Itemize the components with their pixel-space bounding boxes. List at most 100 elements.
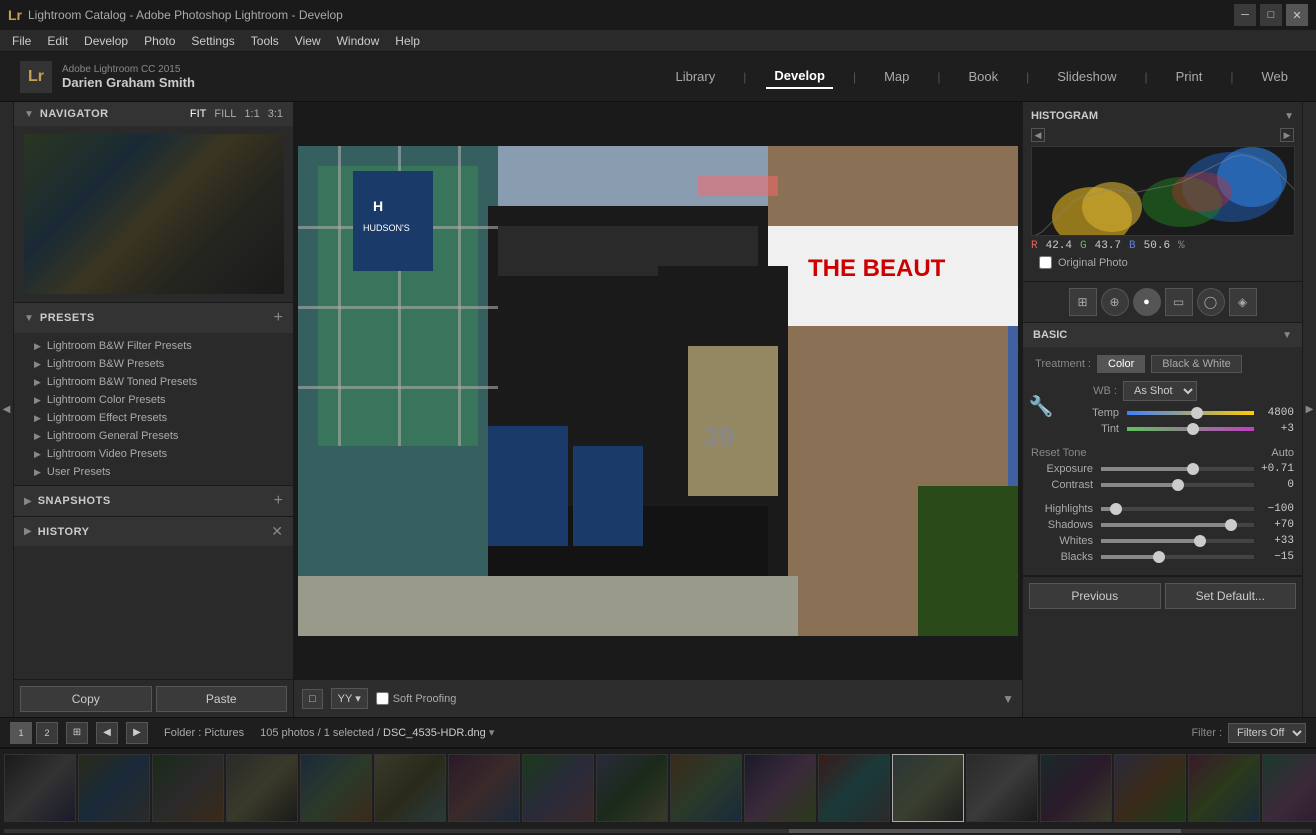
film-thumb-5[interactable]: [300, 754, 372, 822]
preset-group-user[interactable]: ▶ User Presets: [14, 463, 293, 481]
soft-proofing-toggle[interactable]: Soft Proofing: [376, 692, 457, 705]
hist-arrow-right[interactable]: ▶: [1280, 128, 1294, 142]
tab-library[interactable]: Library: [667, 65, 723, 88]
filmstrip-next-button[interactable]: ▶: [126, 722, 148, 744]
preset-group-general[interactable]: ▶ Lightroom General Presets: [14, 427, 293, 445]
bw-treatment-button[interactable]: Black & White: [1151, 355, 1241, 373]
zoom-1to1-button[interactable]: 1:1: [244, 108, 259, 120]
preset-group-video[interactable]: ▶ Lightroom Video Presets: [14, 445, 293, 463]
film-thumb-1[interactable]: [4, 754, 76, 822]
snapshots-add-button[interactable]: +: [274, 492, 283, 510]
view-single-button[interactable]: 1: [10, 722, 32, 744]
film-thumb-10[interactable]: [670, 754, 742, 822]
color-treatment-button[interactable]: Color: [1097, 355, 1145, 373]
menu-file[interactable]: File: [4, 32, 39, 50]
preset-group-effect[interactable]: ▶ Lightroom Effect Presets: [14, 409, 293, 427]
temp-slider-thumb[interactable]: [1191, 407, 1203, 419]
film-thumb-13[interactable]: [892, 754, 964, 822]
film-thumb-4[interactable]: [226, 754, 298, 822]
film-thumb-16[interactable]: [1114, 754, 1186, 822]
menu-settings[interactable]: Settings: [183, 32, 242, 50]
graduated-filter-tool[interactable]: ▭: [1165, 288, 1193, 316]
crop-tool[interactable]: ⊞: [1069, 288, 1097, 316]
presets-header[interactable]: ▼ Presets +: [14, 303, 293, 333]
tab-develop[interactable]: Develop: [766, 64, 833, 89]
toolbar-expand-button[interactable]: ▼: [1002, 692, 1014, 706]
maximize-button[interactable]: □: [1260, 4, 1282, 26]
tab-print[interactable]: Print: [1168, 65, 1211, 88]
film-thumb-2[interactable]: [78, 754, 150, 822]
hist-arrow-left[interactable]: ◀: [1031, 128, 1045, 142]
temp-slider[interactable]: [1127, 411, 1254, 415]
image-area[interactable]: THE BEAUT 39: [294, 102, 1022, 679]
history-header[interactable]: ▶ History ✕: [14, 517, 293, 546]
exposure-slider-thumb[interactable]: [1187, 463, 1199, 475]
radial-filter-tool[interactable]: ◯: [1197, 288, 1225, 316]
filmstrip-scroll-track[interactable]: [4, 829, 1312, 833]
filmstrip-scroll-thumb[interactable]: [789, 829, 1181, 833]
copy-button[interactable]: Copy: [20, 686, 152, 712]
film-thumb-17[interactable]: [1188, 754, 1260, 822]
film-thumb-18[interactable]: [1262, 754, 1316, 822]
shadows-slider-thumb[interactable]: [1225, 519, 1237, 531]
navigator-header[interactable]: ▼ Navigator FIT FILL 1:1 3:1: [14, 102, 293, 126]
tint-slider-thumb[interactable]: [1187, 423, 1199, 435]
navigator-preview[interactable]: [24, 134, 284, 294]
film-thumb-15[interactable]: [1040, 754, 1112, 822]
eyedropper-tool[interactable]: 🔧: [1031, 381, 1051, 431]
shadows-slider[interactable]: [1101, 523, 1254, 527]
zoom-fit-button[interactable]: FIT: [190, 108, 207, 120]
view-normal-button[interactable]: □: [302, 689, 323, 709]
preset-group-bw-toned[interactable]: ▶ Lightroom B&W Toned Presets: [14, 373, 293, 391]
menu-develop[interactable]: Develop: [76, 32, 136, 50]
left-panel-collapse-button[interactable]: ◀: [0, 102, 14, 717]
filter-select[interactable]: Filters Off Flagged Rated: [1228, 723, 1306, 743]
whites-slider-thumb[interactable]: [1194, 535, 1206, 547]
original-photo-checkbox[interactable]: [1039, 256, 1052, 269]
highlights-slider[interactable]: [1101, 507, 1254, 511]
contrast-slider[interactable]: [1101, 483, 1254, 487]
menu-view[interactable]: View: [287, 32, 329, 50]
filmstrip-prev-button[interactable]: ◀: [96, 722, 118, 744]
history-close-button[interactable]: ✕: [271, 523, 283, 540]
close-button[interactable]: ✕: [1286, 4, 1308, 26]
minimize-button[interactable]: ─: [1234, 4, 1256, 26]
presets-add-button[interactable]: +: [274, 309, 283, 327]
red-eye-tool[interactable]: ●: [1133, 288, 1161, 316]
auto-tone-button[interactable]: Auto: [1271, 447, 1294, 459]
menu-edit[interactable]: Edit: [39, 32, 76, 50]
film-thumb-7[interactable]: [448, 754, 520, 822]
preset-group-bw[interactable]: ▶ Lightroom B&W Presets: [14, 355, 293, 373]
original-photo-toggle[interactable]: Original Photo: [1031, 252, 1294, 273]
contrast-slider-thumb[interactable]: [1172, 479, 1184, 491]
highlights-slider-thumb[interactable]: [1110, 503, 1122, 515]
blacks-slider-thumb[interactable]: [1153, 551, 1165, 563]
preset-group-bw-filter[interactable]: ▶ Lightroom B&W Filter Presets: [14, 337, 293, 355]
view-compare-button[interactable]: YY ▾: [331, 688, 368, 709]
menu-window[interactable]: Window: [329, 32, 388, 50]
whites-slider[interactable]: [1101, 539, 1254, 543]
film-thumb-6[interactable]: [374, 754, 446, 822]
soft-proofing-checkbox[interactable]: [376, 692, 389, 705]
exposure-slider[interactable]: [1101, 467, 1254, 471]
film-thumb-12[interactable]: [818, 754, 890, 822]
blacks-slider[interactable]: [1101, 555, 1254, 559]
wb-select[interactable]: As Shot Auto Daylight: [1123, 381, 1197, 401]
basic-panel-header[interactable]: Basic ▼: [1023, 323, 1302, 347]
set-default-button[interactable]: Set Default...: [1165, 583, 1297, 609]
film-thumb-9[interactable]: [596, 754, 668, 822]
film-thumb-3[interactable]: [152, 754, 224, 822]
zoom-3to1-button[interactable]: 3:1: [268, 108, 283, 120]
zoom-fill-button[interactable]: FILL: [214, 108, 236, 120]
view-grid-button[interactable]: 2: [36, 722, 58, 744]
filmstrip-grid-button[interactable]: ⊞: [66, 722, 88, 744]
tab-slideshow[interactable]: Slideshow: [1049, 65, 1124, 88]
tint-slider[interactable]: [1127, 427, 1254, 431]
snapshots-header[interactable]: ▶ Snapshots +: [14, 486, 293, 516]
menu-tools[interactable]: Tools: [243, 32, 287, 50]
spot-heal-tool[interactable]: ⊕: [1101, 288, 1129, 316]
film-thumb-14[interactable]: [966, 754, 1038, 822]
film-thumb-11[interactable]: [744, 754, 816, 822]
previous-button[interactable]: Previous: [1029, 583, 1161, 609]
preset-group-color[interactable]: ▶ Lightroom Color Presets: [14, 391, 293, 409]
